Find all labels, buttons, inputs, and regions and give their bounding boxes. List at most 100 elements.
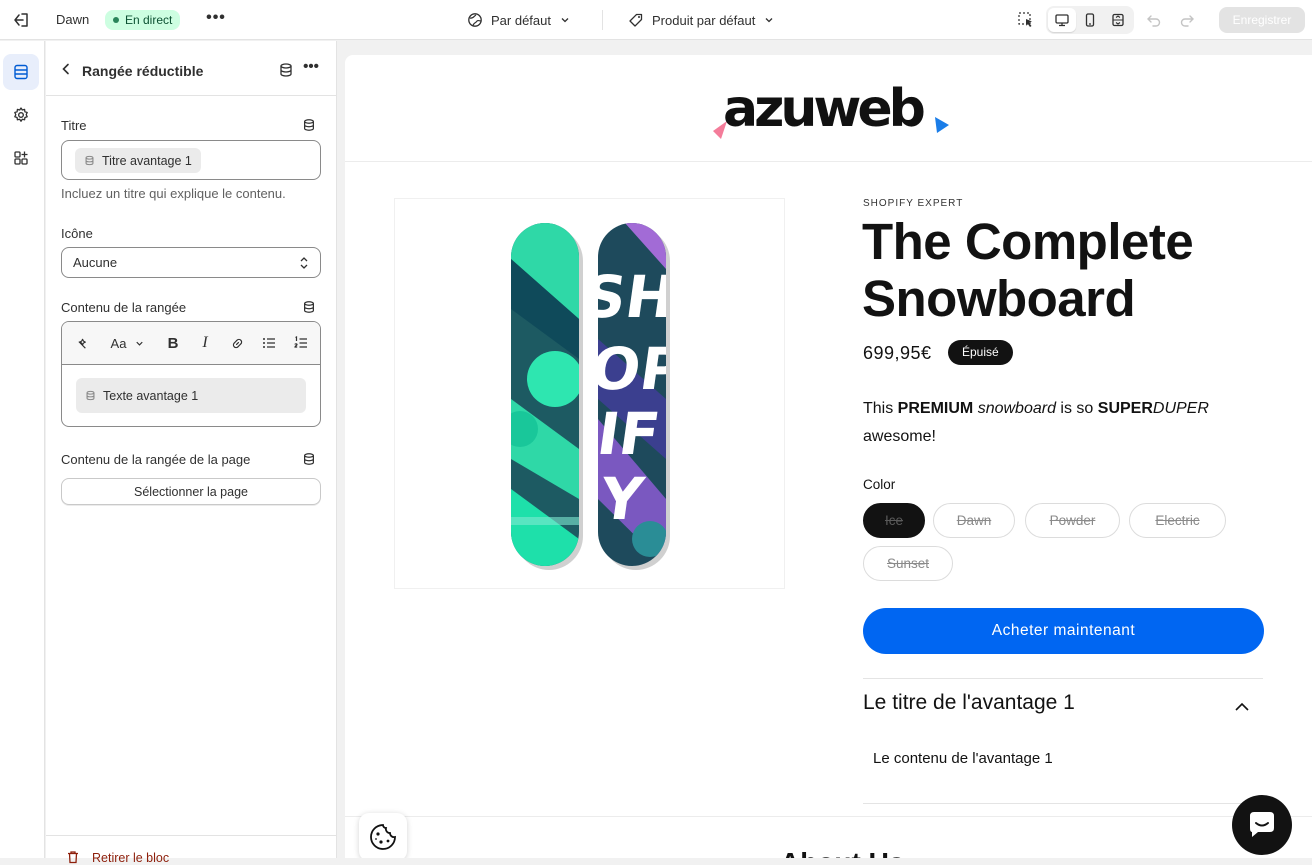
panel-more-button[interactable]: ••• [300,58,322,78]
back-chevron-icon[interactable] [58,61,74,77]
context-selector[interactable]: Par défaut [467,9,571,31]
template-selector-label: Produit par défaut [652,12,756,28]
theme-more-button[interactable]: ••• [205,8,227,30]
database-icon[interactable] [302,300,316,314]
block-settings-panel: Rangée réductible ••• Titre Titre avanta… [46,41,337,865]
font-style-menu[interactable]: Aa [108,333,148,353]
product-description: This PREMIUM snowboard is so SUPERDUPER … [863,395,1243,451]
color-option-dawn[interactable]: Dawn [933,503,1015,538]
database-icon [86,390,95,401]
color-option-electric[interactable]: Electric [1129,503,1226,538]
database-icon[interactable] [278,62,294,78]
desktop-icon[interactable] [1048,8,1076,32]
snowboard-image: SH OP IF Y [511,223,687,570]
title-input[interactable]: Titre avantage 1 [61,140,321,180]
rich-text-editor[interactable]: Aa B I Texte avantage 1 [61,321,321,427]
content-field-label: Contenu de la rangée [61,300,187,315]
desc-italic: snowboard [977,400,1056,417]
accordion-title[interactable]: Le titre de l'avantage 1 [863,691,1075,715]
link-icon[interactable] [228,333,246,353]
color-option-ice[interactable]: Ice [863,503,925,538]
fullwidth-icon[interactable] [1104,8,1132,32]
next-section-heading: About Us [780,847,904,858]
product-vendor: SHOPIFY EXPERT [863,198,964,209]
live-status-badge: En direct [105,10,181,30]
select-chevron-icon [300,257,308,269]
sections-icon[interactable] [3,54,39,90]
rte-toolbar: Aa B I [62,322,320,365]
theme-name: Dawn [56,12,90,27]
panel-header: Rangée réductible ••• [46,41,337,96]
italic-button[interactable]: I [196,333,214,353]
device-switcher [1046,6,1134,34]
product-image[interactable]: SH OP IF Y [394,198,785,589]
numbered-list-icon[interactable] [292,333,310,353]
desc-italic: DUPER [1152,400,1209,417]
store-logo[interactable]: azuweb [709,77,951,141]
chevron-down-icon [136,341,144,346]
context-selector-label: Par défaut [491,12,551,28]
accordion-divider [863,803,1263,804]
settings-icon[interactable] [3,97,39,133]
color-option-powder[interactable]: Powder [1025,503,1120,538]
select-page-button[interactable]: Sélectionner la page [61,478,321,505]
chevron-up-icon[interactable] [1233,700,1251,714]
chevron-down-icon [765,18,773,23]
database-icon[interactable] [302,452,316,466]
icon-select[interactable]: Aucune [61,247,321,278]
chat-icon[interactable] [1232,795,1292,855]
color-option-sunset[interactable]: Sunset [863,546,953,581]
inspector-icon[interactable] [1016,10,1036,30]
tag-icon [629,13,643,27]
bold-button[interactable]: B [164,333,182,353]
mobile-icon[interactable] [1076,8,1104,32]
desc-text: This [863,400,898,417]
page-content-field-label: Contenu de la rangée de la page [61,452,251,467]
apps-icon[interactable] [3,140,39,176]
globe-icon [468,13,482,27]
content-source-value: Texte avantage 1 [103,388,199,403]
svg-text:IF: IF [593,400,664,468]
cookie-icon[interactable] [359,813,407,858]
store-header: azuweb [345,55,1312,162]
title-field-label: Titre [61,118,87,133]
section-divider [345,816,1312,817]
store-preview: azuweb SH OP IF Y SHOPIFY EXPERT The Com… [345,55,1312,858]
icon-field-label: Icône [61,226,93,241]
accordion-divider [863,678,1263,679]
accordion-content: Le contenu de l'avantage 1 [873,750,1053,767]
exit-icon[interactable] [11,10,31,30]
svg-text:OP: OP [586,335,687,403]
color-option-label: Color [863,477,896,492]
ai-sparkle-icon[interactable] [74,333,92,353]
font-style-label: Aa [110,335,127,351]
redo-icon[interactable] [1177,10,1197,30]
database-icon[interactable] [302,118,316,132]
sold-out-badge: Épuisé [948,340,1013,365]
title-source-value: Titre avantage 1 [102,153,192,168]
database-icon [85,155,94,166]
desc-text: is so [1055,400,1098,417]
board-graphic-text: SH [579,263,679,331]
panel-title: Rangée réductible [82,63,204,79]
buy-now-button[interactable]: Acheter maintenant [863,608,1264,654]
editor-topbar: Dawn En direct ••• Par défaut Produit pa… [0,0,1312,40]
undo-icon[interactable] [1144,10,1164,30]
save-button[interactable]: Enregistrer [1219,7,1305,33]
bullet-list-icon[interactable] [260,333,278,353]
dynamic-source-pill[interactable]: Texte avantage 1 [76,378,306,413]
desc-bold: PREMIUM [897,400,974,417]
desc-bold: SUPER [1097,400,1153,417]
dynamic-source-pill[interactable]: Titre avantage 1 [75,148,201,173]
title-help-text: Incluez un titre qui explique le contenu… [61,186,286,201]
product-title: The Complete Snowboard [862,213,1194,327]
editor-rail [0,41,45,858]
product-price: 699,95€ [863,343,932,363]
logo-text: azuweb [723,79,926,139]
topbar-divider [602,10,603,30]
trash-icon [68,851,78,864]
remove-block-label: Retirer le bloc [92,851,170,865]
desc-text: awesome! [863,428,936,445]
remove-block-row[interactable]: Retirer le bloc [46,835,337,865]
template-selector[interactable]: Produit par défaut [628,9,775,31]
